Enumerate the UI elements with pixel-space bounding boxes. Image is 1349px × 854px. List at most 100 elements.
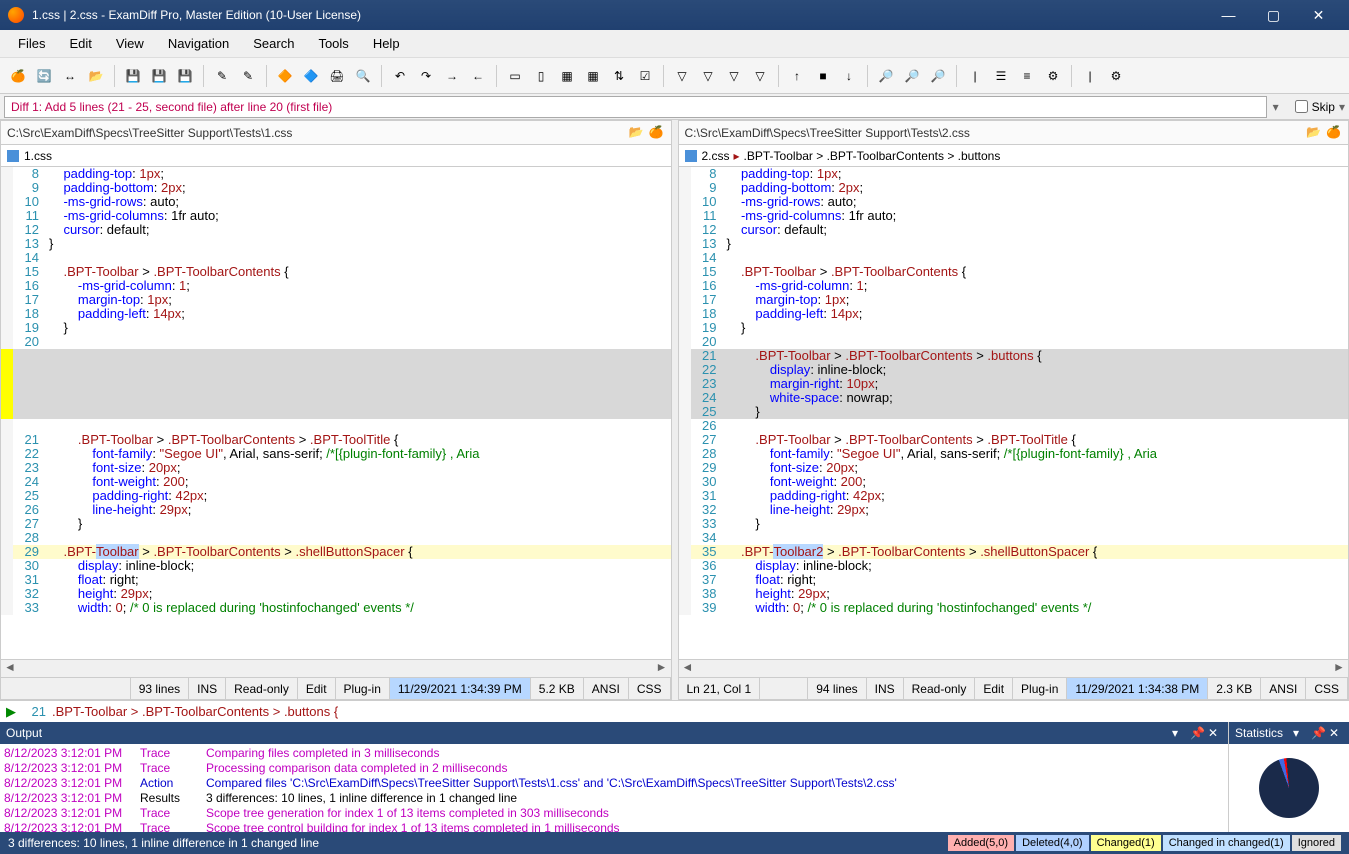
code-line[interactable]: 10 -ms-grid-rows: auto; [1, 195, 671, 209]
check-icon[interactable]: ☑ [633, 64, 657, 88]
code-line[interactable] [1, 363, 671, 377]
code-line[interactable]: 23 margin-right: 10px; [679, 377, 1349, 391]
zoom-icon[interactable]: 🔍 [351, 64, 375, 88]
filter-icon[interactable]: ▽ [670, 64, 694, 88]
right-crumb-nav[interactable]: .BPT-Toolbar > .BPT-ToolbarContents > .b… [744, 149, 1001, 163]
code-line[interactable]: 26 line-height: 29px; [1, 503, 671, 517]
code-line[interactable] [1, 377, 671, 391]
prev-icon[interactable]: ← [466, 64, 490, 88]
code-line[interactable]: 30 font-weight: 200; [679, 475, 1349, 489]
menu-view[interactable]: View [104, 32, 156, 55]
close-panel-icon[interactable]: ✕ [1208, 726, 1222, 740]
app-small-icon[interactable]: 🍊 [1326, 125, 1342, 141]
badge-ignored[interactable]: Ignored [1292, 835, 1341, 851]
edit-left-icon[interactable]: ✎ [210, 64, 234, 88]
code-line[interactable]: 23 font-size: 20px; [1, 461, 671, 475]
options-icon[interactable]: | [1078, 64, 1102, 88]
code-line[interactable]: 35 .BPT-Toolbar2 > .BPT-ToolbarContents … [679, 545, 1349, 559]
code-line[interactable]: 20 [1, 335, 671, 349]
settings-icon[interactable]: ⚙ [1104, 64, 1128, 88]
code-line[interactable]: 10 -ms-grid-rows: auto; [679, 195, 1349, 209]
code-line[interactable]: 11 -ms-grid-columns: 1fr auto; [1, 209, 671, 223]
code-line[interactable]: 39 width: 0; /* 0 is replaced during 'ho… [679, 601, 1349, 615]
code-line[interactable]: 33 } [679, 517, 1349, 531]
lines-icon[interactable]: ≡ [1015, 64, 1039, 88]
code-line[interactable] [1, 349, 671, 363]
code-line[interactable]: 24 white-space: nowrap; [679, 391, 1349, 405]
code-line[interactable] [1, 405, 671, 419]
code-line[interactable]: 26 [679, 419, 1349, 433]
up-icon[interactable]: ↑ [785, 64, 809, 88]
next-icon[interactable]: → [440, 64, 464, 88]
text-icon[interactable]: | [963, 64, 987, 88]
code-line[interactable]: 29 font-size: 20px; [679, 461, 1349, 475]
view-vert-icon[interactable]: ▯ [529, 64, 553, 88]
autohide-icon[interactable]: ▾ [1172, 726, 1186, 740]
code-line[interactable]: 38 height: 29px; [679, 587, 1349, 601]
menu-navigation[interactable]: Navigation [156, 32, 241, 55]
code-line[interactable]: 17 margin-top: 1px; [679, 293, 1349, 307]
code-line[interactable]: 12 cursor: default; [679, 223, 1349, 237]
code-line[interactable]: 37 float: right; [679, 573, 1349, 587]
code-line[interactable]: 30 display: inline-block; [1, 559, 671, 573]
code-line[interactable]: 9 padding-bottom: 2px; [679, 181, 1349, 195]
code-line[interactable]: 28 font-family: "Segoe UI", Arial, sans-… [679, 447, 1349, 461]
save-right-icon[interactable]: 💾 [173, 64, 197, 88]
menu-edit[interactable]: Edit [57, 32, 103, 55]
code-line[interactable]: 8 padding-top: 1px; [1, 167, 671, 181]
find-icon[interactable]: 🔎 [874, 64, 898, 88]
menu-help[interactable]: Help [361, 32, 412, 55]
code-line[interactable]: 29 .BPT-Toolbar > .BPT-ToolbarContents >… [1, 545, 671, 559]
filter-regex-icon[interactable]: ▽ [748, 64, 772, 88]
code-line[interactable]: 27 } [1, 517, 671, 531]
diff-description[interactable]: Diff 1: Add 5 lines (21 - 25, second fil… [4, 96, 1267, 118]
menu-tools[interactable]: Tools [306, 32, 360, 55]
code-line[interactable]: 22 display: inline-block; [679, 363, 1349, 377]
badge-changed-in-changed[interactable]: Changed in changed(1) [1163, 835, 1290, 851]
code-line[interactable]: 25 } [679, 405, 1349, 419]
left-crumb-file[interactable]: 1.css [24, 149, 52, 163]
code-line[interactable]: 20 [679, 335, 1349, 349]
refresh-icon[interactable]: 🔄 [32, 64, 56, 88]
edit-right-icon[interactable]: ✎ [236, 64, 260, 88]
gear-icon[interactable]: ⚙ [1041, 64, 1065, 88]
right-code-area[interactable]: 8 padding-top: 1px;9 padding-bottom: 2px… [679, 167, 1349, 659]
save-left-icon[interactable]: 💾 [147, 64, 171, 88]
left-code-area[interactable]: 8 padding-top: 1px;9 padding-bottom: 2px… [1, 167, 671, 659]
code-line[interactable]: 16 -ms-grid-column: 1; [1, 279, 671, 293]
code-line[interactable]: 18 padding-left: 14px; [679, 307, 1349, 321]
left-edit[interactable]: Edit [298, 678, 336, 699]
down-icon[interactable]: ↓ [837, 64, 861, 88]
dropdown-icon[interactable]: ▾ [1267, 100, 1285, 114]
code-line[interactable]: 32 height: 29px; [1, 587, 671, 601]
code-line[interactable] [1, 391, 671, 405]
print-icon[interactable]: 🖨 [325, 64, 349, 88]
menu-search[interactable]: Search [241, 32, 306, 55]
output-log[interactable]: 8/12/2023 3:12:01 PMTraceComparing files… [0, 744, 1228, 832]
right-crumb-file[interactable]: 2.css [702, 149, 730, 163]
code-line[interactable]: 34 [679, 531, 1349, 545]
skip-checkbox[interactable]: Skip ▾ [1295, 100, 1345, 114]
open-folder-icon[interactable]: 📂 [629, 125, 645, 141]
app-small-icon[interactable]: 🍊 [649, 125, 665, 141]
code-line[interactable]: 19 } [679, 321, 1349, 335]
code-line[interactable]: 24 font-weight: 200; [1, 475, 671, 489]
code-line[interactable]: 14 [1, 251, 671, 265]
code-line[interactable]: 21 .BPT-Toolbar > .BPT-ToolbarContents >… [1, 433, 671, 447]
code-line[interactable]: 16 -ms-grid-column: 1; [679, 279, 1349, 293]
right-edit[interactable]: Edit [975, 678, 1013, 699]
filter2-icon[interactable]: ▽ [696, 64, 720, 88]
open-icon[interactable]: 📂 [84, 64, 108, 88]
color-left-icon[interactable]: 🔶 [273, 64, 297, 88]
pin-icon[interactable]: 📌 [1190, 726, 1204, 740]
code-line[interactable]: 15 .BPT-Toolbar > .BPT-ToolbarContents { [679, 265, 1349, 279]
code-line[interactable]: 9 padding-bottom: 2px; [1, 181, 671, 195]
badge-added[interactable]: Added(5,0) [948, 835, 1014, 851]
code-line[interactable]: 15 .BPT-Toolbar > .BPT-ToolbarContents { [1, 265, 671, 279]
code-line[interactable]: 33 width: 0; /* 0 is replaced during 'ho… [1, 601, 671, 615]
swap-icon[interactable]: ↔ [58, 64, 82, 88]
open-folder-icon[interactable]: 📂 [1306, 125, 1322, 141]
maximize-button[interactable]: ▢ [1251, 0, 1296, 30]
code-line[interactable]: 11 -ms-grid-columns: 1fr auto; [679, 209, 1349, 223]
code-line[interactable]: 19 } [1, 321, 671, 335]
